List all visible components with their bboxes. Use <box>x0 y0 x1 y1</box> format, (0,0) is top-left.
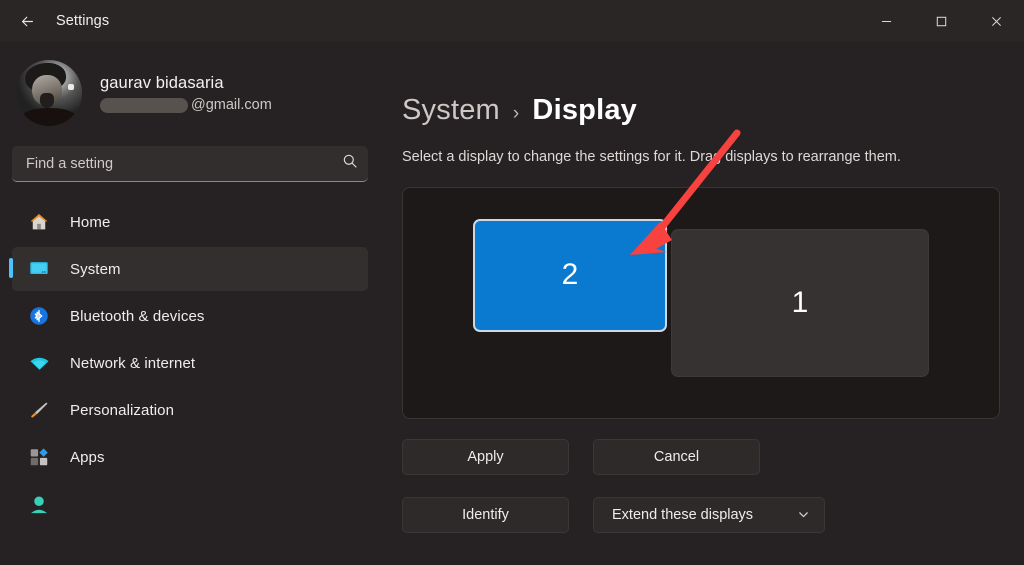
sidebar-item-bluetooth-devices[interactable]: Bluetooth & devices <box>12 294 368 338</box>
account-email-domain: @gmail.com <box>191 97 272 114</box>
sidebar-item-label: Network & internet <box>70 354 196 372</box>
sidebar-item-label: Home <box>70 213 111 231</box>
account-email: @gmail.com <box>100 97 272 113</box>
search-box[interactable] <box>12 146 368 182</box>
monitor-icon <box>26 257 52 281</box>
sidebar-item-label: Bluetooth & devices <box>70 307 205 325</box>
sidebar-item-label: System <box>70 260 121 278</box>
maximize-icon <box>936 16 947 26</box>
sidebar-item-apps[interactable]: Apps <box>12 435 368 479</box>
display-mode-dropdown[interactable]: Extend these displays <box>593 496 825 533</box>
account-text: gaurav bidasaria @gmail.com <box>100 73 272 113</box>
paintbrush-icon <box>26 398 52 422</box>
main-content: System › Display Select a display to cha… <box>384 42 1024 565</box>
display-number: 2 <box>561 258 579 292</box>
search-section <box>0 140 384 182</box>
action-row-primary: Apply Cancel <box>402 438 1000 475</box>
search-icon[interactable] <box>342 153 358 174</box>
app-title: Settings <box>56 13 110 29</box>
breadcrumb-parent[interactable]: System <box>402 94 500 127</box>
display-tile-2[interactable]: 2 <box>473 218 667 332</box>
identify-button[interactable]: Identify <box>402 496 569 533</box>
account-section[interactable]: gaurav bidasaria @gmail.com <box>0 42 384 140</box>
wifi-icon <box>26 351 52 375</box>
cancel-button[interactable]: Cancel <box>593 438 760 475</box>
redacted-email-blob <box>100 97 188 113</box>
page-title: Display <box>532 94 637 126</box>
sidebar-item-label: Personalization <box>70 401 175 419</box>
apply-button[interactable]: Apply <box>402 438 569 475</box>
monitor-list: 2 1 <box>473 218 929 377</box>
sidebar-item-system[interactable]: System <box>9 247 368 291</box>
sidebar-nav: Home System Bluetooth & devices Network … <box>0 200 384 526</box>
action-row-secondary: Identify Extend these displays <box>402 496 1000 533</box>
display-tile-1[interactable]: 1 <box>671 228 929 377</box>
avatar <box>16 60 82 126</box>
breadcrumb: System › Display <box>402 94 1000 127</box>
page-description: Select a display to change the settings … <box>402 149 901 165</box>
sidebar-item-home[interactable]: Home <box>12 200 368 244</box>
sidebar: gaurav bidasaria @gmail.com Find a setti… <box>0 42 384 565</box>
sidebar-item-label: Apps <box>70 448 105 466</box>
close-button[interactable] <box>969 0 1024 42</box>
display-actions: Apply Cancel Identify Extend these displ… <box>402 438 1000 533</box>
maximize-button[interactable] <box>914 0 969 42</box>
close-icon <box>992 16 1001 26</box>
minimize-icon <box>881 20 892 22</box>
account-name: gaurav bidasaria <box>100 73 224 92</box>
search-input[interactable] <box>26 155 342 172</box>
window-body: gaurav bidasaria @gmail.com Find a setti… <box>0 42 1024 565</box>
back-button[interactable] <box>6 5 48 37</box>
accounts-icon <box>26 492 52 516</box>
sidebar-item-network-internet[interactable]: Network & internet <box>12 341 368 385</box>
home-icon <box>26 210 52 234</box>
title-bar: Settings <box>0 0 1024 42</box>
settings-window: Settings gaurav bidasaria @gmail.com Fin… <box>0 0 1024 565</box>
display-arrangement-panel[interactable]: 2 1 <box>402 186 1000 419</box>
back-arrow-icon <box>21 16 33 26</box>
display-mode-value: Extend these displays <box>612 506 754 523</box>
window-controls <box>859 0 1024 42</box>
chevron-down-icon <box>799 512 808 518</box>
apps-icon <box>26 445 52 469</box>
display-number: 1 <box>791 285 809 319</box>
breadcrumb-separator-icon: › <box>512 103 520 124</box>
sidebar-item-personalization[interactable]: Personalization <box>12 388 368 432</box>
bluetooth-icon <box>26 304 52 328</box>
minimize-button[interactable] <box>859 0 914 42</box>
sidebar-item-accounts[interactable] <box>12 482 368 526</box>
